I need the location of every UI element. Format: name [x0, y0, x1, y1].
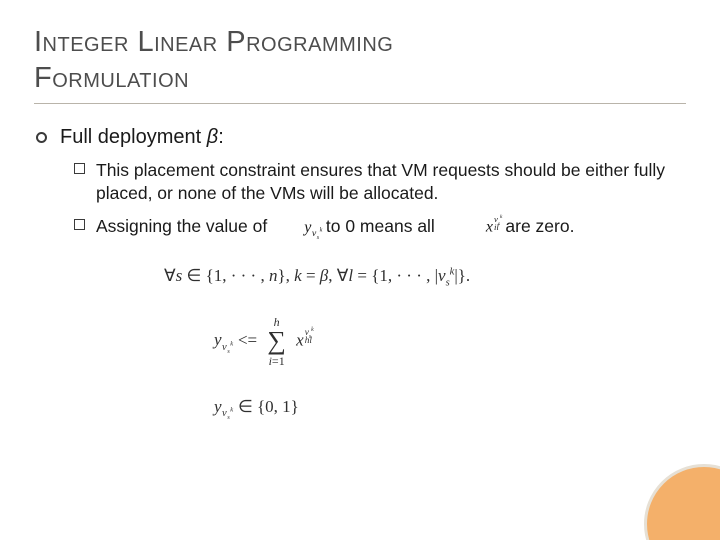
- title-line-2: Formulation: [34, 62, 189, 94]
- sub-bullet-list: This placement constraint ensures that V…: [60, 159, 686, 238]
- ring-bullet-icon: [36, 132, 47, 143]
- title-line-1: Integer Linear Programming: [34, 26, 393, 58]
- slide: Integer Linear Programming Formulation F…: [0, 0, 720, 540]
- bullet-full-deployment: Full deployment β: This placement constr…: [36, 126, 686, 238]
- square-bullet-icon: [74, 219, 85, 230]
- sub-bullet-1-text: This placement constraint ensures that V…: [96, 160, 665, 203]
- decorative-circle-icon: [644, 464, 720, 540]
- sub-bullet-constraint: This placement constraint ensures that V…: [74, 159, 686, 205]
- bullet-colon: :: [218, 126, 224, 148]
- beta-symbol: β: [207, 126, 218, 148]
- sub-bullet-2-text-end: are zero.: [505, 215, 574, 238]
- math-line-1: ∀s ∈ {1, · · · , n}, k = β, ∀l = {1, · ·…: [164, 266, 686, 286]
- math-line-3: yvsk ∈ {0, 1}: [214, 397, 686, 419]
- inline-math-x: xvskil: [486, 216, 503, 238]
- sub-bullet-assigning: Assigning the value of yvsk to 0 means a…: [74, 215, 686, 238]
- square-bullet-icon: [74, 163, 85, 174]
- math-line-2: yvsk <= h ∑ i=1 xvskhl: [214, 316, 686, 367]
- sub-bullet-2-text-a: Assigning the value of: [96, 215, 267, 238]
- inline-math-y: yvsk: [304, 217, 323, 238]
- math-set: ∈ {0, 1}: [238, 397, 299, 416]
- slide-title: Integer Linear Programming Formulation: [34, 24, 686, 104]
- sub-bullet-2-text-mid: to 0 means all: [326, 215, 435, 238]
- bullet-list: Full deployment β: This placement constr…: [34, 126, 686, 238]
- math-block: ∀s ∈ {1, · · · , n}, k = β, ∀l = {1, · ·…: [164, 266, 686, 419]
- bullet-text: Full deployment: [60, 126, 207, 148]
